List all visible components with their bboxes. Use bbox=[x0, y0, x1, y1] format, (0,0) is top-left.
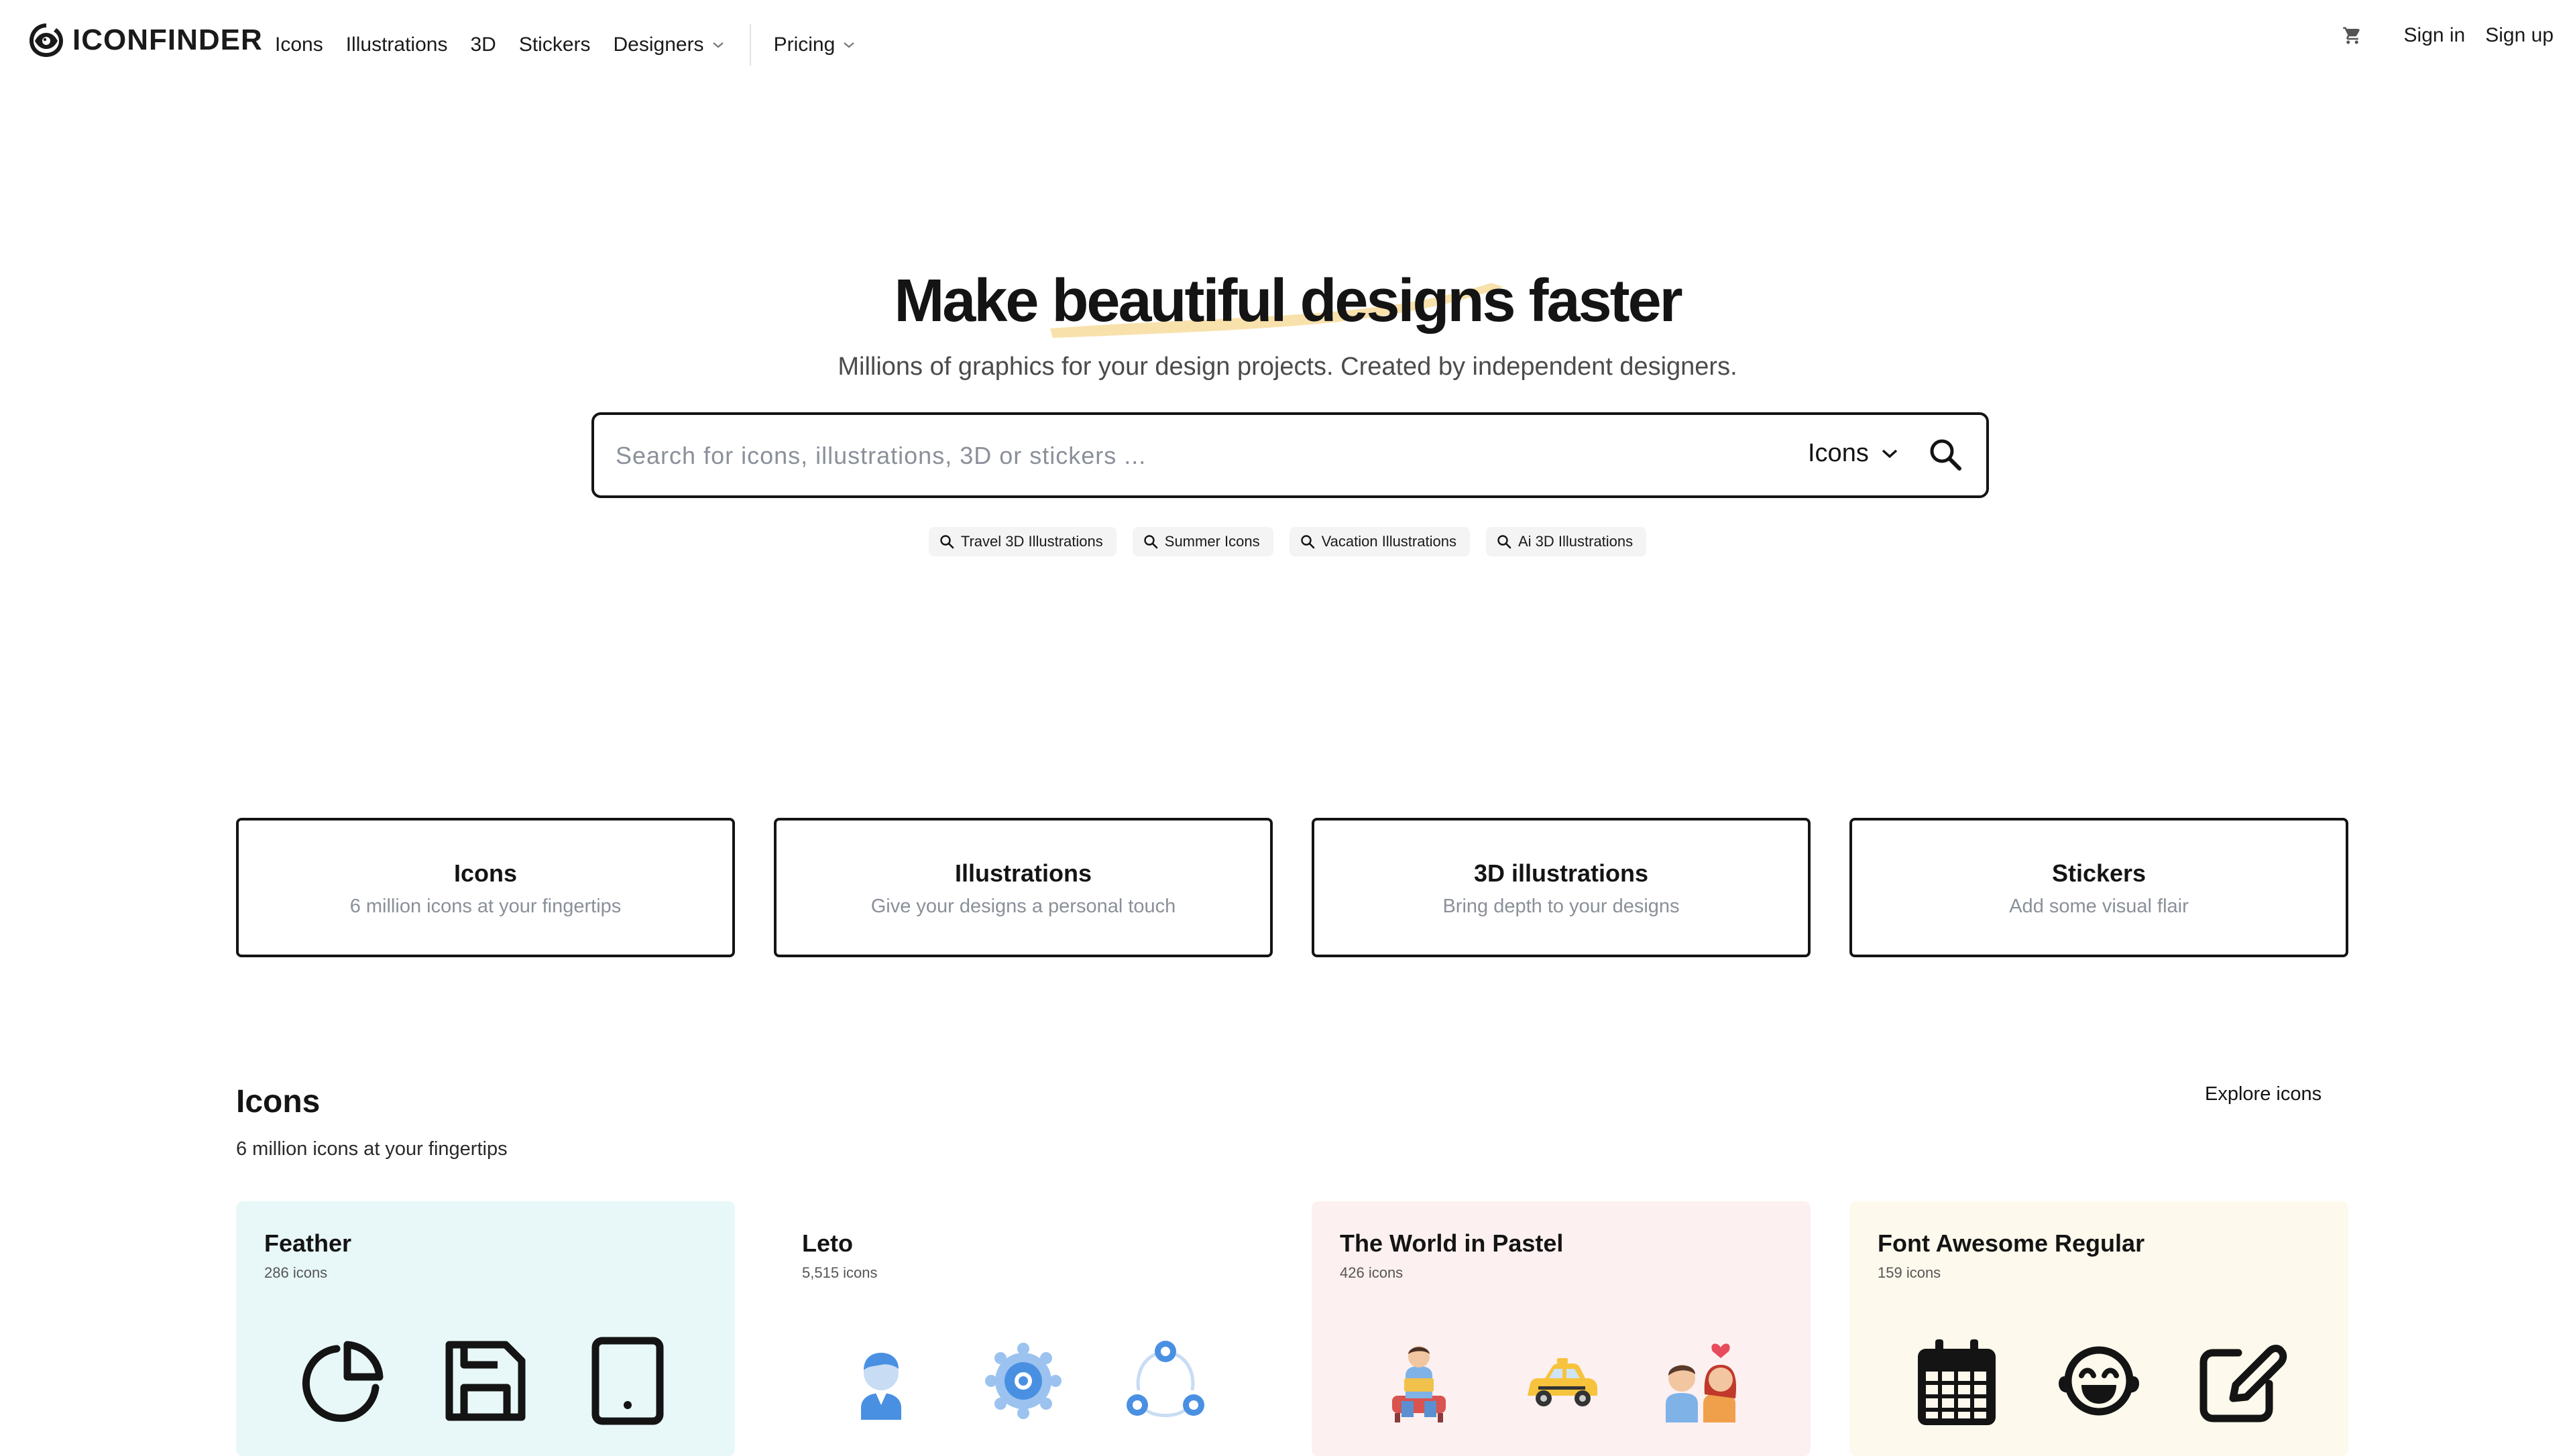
network-icon bbox=[1119, 1334, 1212, 1428]
sign-up-link[interactable]: Sign up bbox=[2485, 24, 2554, 47]
suggestion-label: Vacation Illustrations bbox=[1321, 533, 1456, 550]
category-card-icons[interactable]: Icons 6 million icons at your fingertips bbox=[236, 818, 735, 957]
search-type-label: Icons bbox=[1808, 439, 1869, 467]
category-card-3d-illustrations[interactable]: 3D illustrations Bring depth to your des… bbox=[1312, 818, 1811, 957]
pack-count: 286 icons bbox=[264, 1264, 328, 1281]
search-type-select[interactable]: Icons bbox=[1808, 439, 1898, 468]
cart-icon[interactable] bbox=[2342, 25, 2362, 46]
category-subtitle: Bring depth to your designs bbox=[1442, 896, 1680, 917]
section-title: Icons bbox=[236, 1084, 321, 1119]
site-header: ICONFINDER Icons Illustrations 3D Sticke… bbox=[0, 0, 2575, 80]
search-bar: Icons bbox=[591, 412, 1989, 498]
sign-in-link[interactable]: Sign in bbox=[2404, 24, 2466, 47]
nav-pricing-dropdown[interactable]: Pricing bbox=[774, 34, 856, 56]
hero-title-pre: Make bbox=[894, 267, 1052, 335]
nav-stickers[interactable]: Stickers bbox=[519, 34, 591, 56]
calendar-icon bbox=[1910, 1334, 2004, 1428]
suggested-searches: Travel 3D Illustrations Summer Icons Vac… bbox=[0, 527, 2575, 556]
search-icon bbox=[1144, 535, 1158, 549]
suggestion-label: Summer Icons bbox=[1164, 533, 1260, 550]
search-icon bbox=[1300, 535, 1314, 549]
hero-subtitle: Millions of graphics for your design pro… bbox=[838, 353, 1737, 381]
tablet-icon bbox=[581, 1334, 675, 1428]
search-input[interactable] bbox=[614, 432, 1690, 479]
explore-icons-link[interactable]: Explore icons bbox=[2205, 1083, 2322, 1105]
header-actions: Sign in Sign up bbox=[2342, 24, 2554, 47]
chevron-down-icon bbox=[844, 42, 854, 48]
suggestion-chip[interactable]: Vacation Illustrations bbox=[1289, 527, 1470, 556]
nav-3d[interactable]: 3D bbox=[470, 34, 496, 56]
pack-title: Leto bbox=[802, 1229, 853, 1257]
hero-title: Make beautiful designs faster bbox=[0, 267, 2575, 338]
pie-chart-icon bbox=[296, 1334, 390, 1428]
section-subtitle: 6 million icons at your fingertips bbox=[236, 1138, 508, 1160]
suggestion-label: Travel 3D Illustrations bbox=[960, 533, 1103, 550]
iconfinder-logo-icon bbox=[30, 23, 63, 57]
hero-title-post: faster bbox=[1513, 267, 1683, 335]
suggestion-label: Ai 3D Illustrations bbox=[1518, 533, 1634, 550]
search-button[interactable] bbox=[1927, 436, 1963, 476]
icon-pack-card[interactable]: Feather 286 icons bbox=[236, 1201, 735, 1456]
suggestion-chip[interactable]: Summer Icons bbox=[1132, 527, 1273, 556]
hero-title-highlight: beautiful designs bbox=[1050, 267, 1516, 338]
pack-title: The World in Pastel bbox=[1340, 1229, 1564, 1257]
nav-designers-dropdown[interactable]: Designers bbox=[614, 34, 724, 56]
search-icon bbox=[1497, 535, 1511, 549]
logo-text: ICONFINDER bbox=[72, 23, 263, 56]
suggestion-chip[interactable]: Ai 3D Illustrations bbox=[1485, 527, 1647, 556]
logo[interactable]: ICONFINDER bbox=[27, 19, 263, 62]
user-icon bbox=[834, 1334, 928, 1428]
nav-divider bbox=[749, 24, 751, 66]
couple-icon bbox=[1656, 1334, 1750, 1428]
pack-title: Feather bbox=[264, 1229, 352, 1257]
category-card-illustrations[interactable]: Illustrations Give your designs a person… bbox=[774, 818, 1273, 957]
pack-count: 426 icons bbox=[1340, 1264, 1404, 1281]
edit-icon bbox=[2194, 1334, 2288, 1428]
category-subtitle: Give your designs a personal touch bbox=[870, 896, 1176, 917]
nav-icons[interactable]: Icons bbox=[275, 34, 323, 56]
pack-preview bbox=[1312, 1334, 1811, 1428]
category-subtitle: Add some visual flair bbox=[2009, 896, 2189, 917]
taxi-icon bbox=[1514, 1334, 1608, 1428]
icon-pack-card[interactable]: The World in Pastel 426 icons bbox=[1312, 1201, 1811, 1456]
nav-pricing-label: Pricing bbox=[773, 34, 836, 56]
chevron-down-icon bbox=[1882, 449, 1897, 458]
icon-pack-card[interactable]: Font Awesome Regular 159 icons bbox=[1849, 1201, 2348, 1456]
main-nav: Icons Illustrations 3D Stickers Designer… bbox=[275, 24, 878, 66]
pack-preview bbox=[774, 1334, 1273, 1428]
nav-designers-label: Designers bbox=[613, 34, 704, 56]
pack-count: 159 icons bbox=[1878, 1264, 1941, 1281]
category-title: Icons bbox=[453, 859, 518, 887]
nav-illustrations[interactable]: Illustrations bbox=[346, 34, 448, 56]
chevron-down-icon bbox=[712, 42, 724, 48]
category-title: 3D illustrations bbox=[1473, 859, 1649, 887]
category-title: Stickers bbox=[2051, 859, 2147, 887]
category-title: Illustrations bbox=[954, 859, 1092, 887]
pack-preview bbox=[1849, 1334, 2348, 1428]
pack-count: 5,515 icons bbox=[802, 1264, 878, 1281]
search-icon bbox=[1930, 439, 1961, 471]
laughing-face-icon bbox=[2052, 1334, 2146, 1428]
icon-pack-card[interactable]: Leto 5,515 icons bbox=[774, 1201, 1273, 1456]
hero-title-highlight-text: beautiful designs bbox=[1051, 267, 1515, 335]
suggestion-chip[interactable]: Travel 3D Illustrations bbox=[928, 527, 1117, 556]
save-icon bbox=[439, 1334, 532, 1428]
reading-person-icon bbox=[1372, 1334, 1466, 1428]
category-card-stickers[interactable]: Stickers Add some visual flair bbox=[1849, 818, 2348, 957]
search-icon bbox=[940, 535, 954, 549]
settings-icon bbox=[976, 1334, 1070, 1428]
category-subtitle: 6 million icons at your fingertips bbox=[349, 896, 622, 917]
pack-title: Font Awesome Regular bbox=[1878, 1229, 2145, 1257]
pack-preview bbox=[236, 1334, 735, 1428]
